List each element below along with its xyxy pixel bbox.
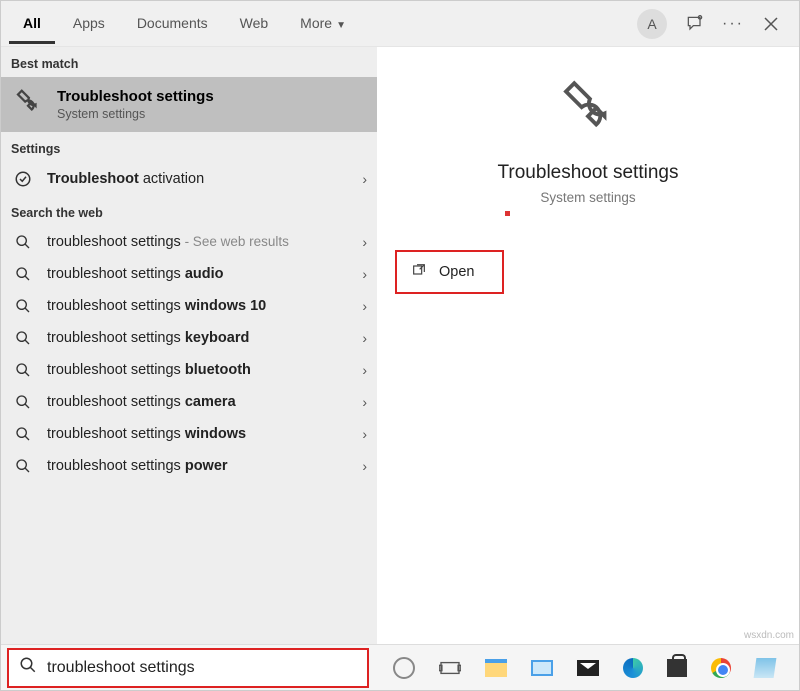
search-icon bbox=[13, 362, 33, 378]
tab-more[interactable]: More▼ bbox=[286, 3, 360, 44]
web-result[interactable]: troubleshoot settings bluetooth › bbox=[1, 354, 377, 386]
tab-apps[interactable]: Apps bbox=[59, 3, 119, 44]
chevron-right-icon: › bbox=[362, 426, 367, 442]
web-result-text: troubleshoot settings windows 10 bbox=[47, 298, 348, 314]
filter-tabs: All Apps Documents Web More▼ bbox=[1, 3, 360, 44]
open-icon bbox=[411, 262, 427, 282]
detail-title: Troubleshoot settings bbox=[498, 162, 679, 184]
check-circle-icon bbox=[13, 170, 33, 188]
wrench-icon bbox=[13, 87, 43, 122]
file-explorer-icon[interactable] bbox=[485, 659, 507, 677]
user-avatar[interactable]: A bbox=[637, 9, 667, 39]
close-button[interactable] bbox=[761, 14, 781, 34]
chevron-right-icon: › bbox=[362, 171, 367, 187]
taskbar-icons bbox=[393, 657, 775, 679]
best-match-sub: System settings bbox=[57, 107, 214, 121]
taskview-icon[interactable] bbox=[439, 657, 461, 679]
search-icon bbox=[19, 656, 37, 679]
web-result[interactable]: troubleshoot settings windows › bbox=[1, 418, 377, 450]
annotation-dot bbox=[505, 211, 510, 216]
web-result[interactable]: troubleshoot settings power › bbox=[1, 450, 377, 482]
chevron-right-icon: › bbox=[362, 234, 367, 250]
chevron-right-icon: › bbox=[362, 298, 367, 314]
chevron-right-icon: › bbox=[362, 394, 367, 410]
best-match-label: Best match bbox=[1, 47, 377, 77]
web-result-text: troubleshoot settings audio bbox=[47, 266, 348, 282]
more-options-icon[interactable]: ··· bbox=[723, 14, 743, 34]
web-label: Search the web bbox=[1, 196, 377, 226]
web-result[interactable]: troubleshoot settings keyboard › bbox=[1, 322, 377, 354]
best-match-result[interactable]: Troubleshoot settings System settings bbox=[1, 77, 377, 132]
open-button[interactable]: Open bbox=[395, 250, 504, 294]
mail-icon[interactable] bbox=[577, 660, 599, 676]
chrome-icon[interactable] bbox=[711, 658, 731, 678]
settings-item-text: Troubleshoot activation bbox=[47, 171, 348, 187]
web-result-text: troubleshoot settings power bbox=[47, 458, 348, 474]
tab-documents[interactable]: Documents bbox=[123, 3, 222, 44]
wrench-icon bbox=[555, 75, 621, 146]
search-window: All Apps Documents Web More▼ A ··· Best … bbox=[0, 0, 800, 691]
best-match-title: Troubleshoot settings bbox=[57, 88, 214, 105]
tab-all[interactable]: All bbox=[9, 3, 55, 44]
settings-item-activation[interactable]: Troubleshoot activation › bbox=[1, 162, 377, 196]
detail-sub: System settings bbox=[540, 190, 635, 205]
watermark: wsxdn.com bbox=[744, 630, 794, 641]
web-result[interactable]: troubleshoot settings - See web results › bbox=[1, 226, 377, 258]
detail-panel: Troubleshoot settings System settings Op… bbox=[377, 47, 799, 644]
monitor-icon[interactable] bbox=[531, 660, 553, 676]
app-icon[interactable] bbox=[754, 658, 777, 678]
search-box[interactable] bbox=[7, 648, 369, 688]
search-input[interactable] bbox=[47, 659, 357, 677]
taskbar bbox=[1, 644, 799, 690]
search-icon bbox=[13, 234, 33, 250]
store-icon[interactable] bbox=[667, 659, 687, 677]
search-icon bbox=[13, 266, 33, 282]
web-result-text: troubleshoot settings camera bbox=[47, 394, 348, 410]
search-icon bbox=[13, 330, 33, 346]
search-icon bbox=[13, 458, 33, 474]
feedback-icon[interactable] bbox=[685, 14, 705, 34]
web-result-text: troubleshoot settings - See web results bbox=[47, 234, 348, 250]
search-icon bbox=[13, 298, 33, 314]
settings-label: Settings bbox=[1, 132, 377, 162]
web-result[interactable]: troubleshoot settings camera › bbox=[1, 386, 377, 418]
web-result-text: troubleshoot settings bluetooth bbox=[47, 362, 348, 378]
best-match-text: Troubleshoot settings System settings bbox=[57, 88, 214, 121]
web-result-text: troubleshoot settings keyboard bbox=[47, 330, 348, 346]
results-panel: Best match Troubleshoot settings System … bbox=[1, 47, 377, 644]
topbar-right: A ··· bbox=[637, 9, 799, 39]
search-icon bbox=[13, 426, 33, 442]
edge-icon[interactable] bbox=[623, 658, 643, 678]
chevron-down-icon: ▼ bbox=[336, 20, 346, 31]
open-label: Open bbox=[439, 264, 474, 280]
top-bar: All Apps Documents Web More▼ A ··· bbox=[1, 1, 799, 47]
web-result[interactable]: troubleshoot settings windows 10 › bbox=[1, 290, 377, 322]
chevron-right-icon: › bbox=[362, 330, 367, 346]
chevron-right-icon: › bbox=[362, 458, 367, 474]
web-result[interactable]: troubleshoot settings audio › bbox=[1, 258, 377, 290]
chevron-right-icon: › bbox=[362, 266, 367, 282]
web-result-text: troubleshoot settings windows bbox=[47, 426, 348, 442]
tab-web[interactable]: Web bbox=[226, 3, 283, 44]
search-icon bbox=[13, 394, 33, 410]
main-area: Best match Troubleshoot settings System … bbox=[1, 47, 799, 644]
cortana-icon[interactable] bbox=[393, 657, 415, 679]
chevron-right-icon: › bbox=[362, 362, 367, 378]
